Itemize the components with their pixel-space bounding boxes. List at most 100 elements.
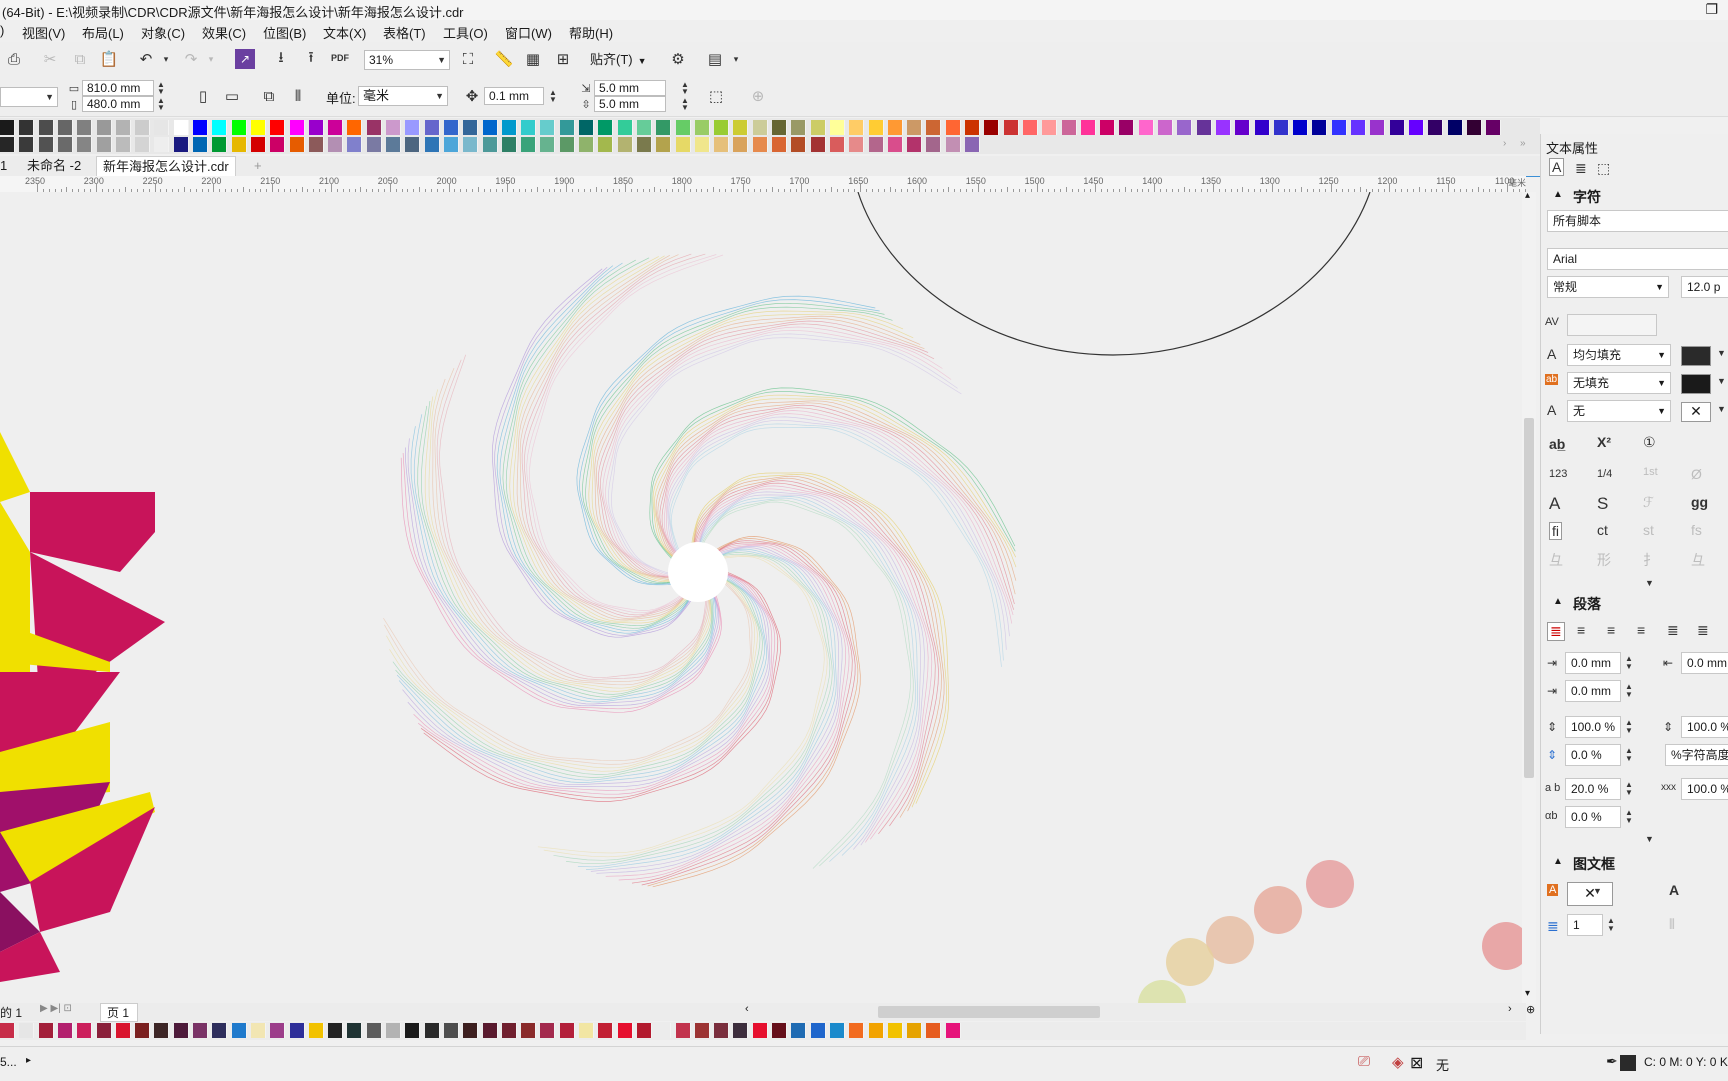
color-swatch[interactable] [579, 1023, 594, 1038]
color-swatch[interactable] [250, 1023, 266, 1038]
color-swatch[interactable] [1158, 120, 1173, 135]
left-indent-input[interactable]: 0.0 mm [1565, 652, 1621, 674]
cjk-form-2-icon[interactable]: 形 [1597, 550, 1611, 570]
color-swatch[interactable] [636, 137, 652, 152]
color-swatch[interactable] [270, 120, 286, 135]
undo-icon[interactable]: ↶ [136, 49, 156, 69]
color-swatch[interactable] [366, 1023, 382, 1038]
color-swatch[interactable] [231, 137, 247, 152]
menu-item-bitmap[interactable]: 位图(B) [263, 23, 306, 42]
cjk-form-1-icon[interactable]: 彑 [1549, 550, 1563, 570]
color-swatch[interactable] [289, 137, 305, 152]
color-swatch[interactable] [386, 137, 401, 152]
color-swatch[interactable] [772, 1023, 787, 1038]
color-swatch[interactable] [926, 1023, 942, 1038]
stylistic-set-icon[interactable]: ℱ [1643, 494, 1654, 511]
color-swatch[interactable] [1408, 120, 1424, 135]
superscript-icon[interactable]: X² [1597, 434, 1611, 450]
color-swatch[interactable] [212, 137, 228, 152]
zoom-dropdown[interactable]: 31% ▼ [364, 50, 450, 70]
color-swatch[interactable] [829, 1023, 845, 1038]
justify-full-icon[interactable]: ≣ [1667, 622, 1679, 639]
para-collapse-icon[interactable]: ▲ [1553, 596, 1563, 607]
color-swatch[interactable] [386, 120, 401, 135]
color-swatch[interactable] [521, 1023, 537, 1038]
spacing-unit-dropdown[interactable]: %字符高度 [1665, 744, 1728, 766]
slashed-zero-icon[interactable]: Ø [1691, 466, 1702, 482]
color-swatch[interactable] [926, 137, 942, 152]
tab-1[interactable]: 1 [0, 156, 12, 175]
color-swatch[interactable] [96, 137, 112, 152]
bg-color-dropdown-icon[interactable]: ▼ [1717, 376, 1726, 386]
show-guidelines-icon[interactable]: ⊞ [553, 49, 573, 69]
line-spacing-spinner[interactable]: ▲ ▼ [1625, 719, 1633, 735]
launcher-dropdown-icon[interactable]: ▾ [726, 49, 746, 69]
color-swatch[interactable] [173, 120, 189, 135]
color-swatch[interactable] [656, 120, 672, 135]
color-swatch[interactable] [945, 137, 961, 152]
horizontal-scroll-thumb[interactable] [878, 1006, 1100, 1018]
font-style-dropdown[interactable]: 常规 ▼ [1547, 276, 1669, 298]
duplicate-x-input[interactable]: 5.0 mm [594, 80, 666, 96]
color-swatch[interactable] [733, 120, 749, 135]
color-swatch[interactable] [810, 1023, 826, 1038]
new-tab-button[interactable]: + [254, 156, 262, 175]
color-swatch[interactable] [38, 1023, 54, 1038]
color-swatch[interactable] [1042, 120, 1058, 135]
background-fill-dropdown[interactable]: 无填充 ▼ [1567, 372, 1671, 394]
color-swatch[interactable] [617, 137, 633, 152]
color-swatch[interactable] [598, 1023, 614, 1038]
menu-item-window[interactable]: 窗口(W) [505, 23, 552, 42]
color-swatch[interactable] [559, 1023, 575, 1038]
all-pages-icon[interactable]: ⧉ [259, 86, 279, 106]
ordinal-icon[interactable]: ① [1643, 434, 1656, 451]
color-swatch[interactable] [1235, 120, 1251, 135]
color-swatch[interactable] [540, 1023, 556, 1038]
frame-collapse-icon[interactable]: ▲ [1553, 856, 1563, 867]
color-swatch[interactable] [193, 1023, 208, 1038]
color-swatch[interactable] [308, 1023, 324, 1038]
color-swatch[interactable] [289, 1023, 305, 1038]
script-dropdown[interactable]: 所有脚本 [1547, 210, 1728, 232]
color-swatch[interactable] [443, 120, 459, 135]
color-swatch[interactable] [636, 1023, 652, 1038]
char-collapse-icon[interactable]: ▲ [1553, 189, 1563, 200]
ligature-ct-icon[interactable]: ct [1597, 522, 1608, 538]
char-more-icon[interactable]: ▼ [1645, 578, 1654, 588]
quick-customize-icon[interactable]: ⊕ [748, 86, 768, 106]
restore-icon[interactable]: ❐ [1705, 1, 1718, 18]
color-swatch[interactable] [1351, 120, 1366, 135]
snap-to-dropdown[interactable]: 贴齐(T) ▼ [590, 50, 647, 70]
color-swatch[interactable] [482, 1023, 498, 1038]
color-swatch[interactable] [887, 120, 903, 135]
menu-item-help[interactable]: 帮助(H) [569, 23, 613, 42]
color-swatch[interactable] [96, 1023, 112, 1038]
color-swatch[interactable] [656, 1023, 672, 1038]
color-swatch[interactable] [366, 137, 382, 152]
3d-text-shape[interactable] [0, 432, 165, 982]
outline-color-none-icon[interactable]: ✕ [1681, 402, 1711, 422]
dup-y-spinner[interactable]: ▲ ▼ [681, 97, 691, 112]
bg-color-swatch[interactable] [1681, 374, 1711, 394]
zoom-to-page-icon[interactable]: ⛶ [458, 49, 478, 69]
color-swatch[interactable] [250, 120, 266, 135]
color-swatch[interactable] [1447, 120, 1463, 135]
document-palette[interactable] [0, 1022, 1526, 1040]
publish-pdf-icon[interactable]: PDF [330, 48, 350, 68]
color-swatch[interactable] [366, 120, 382, 135]
search-content-icon[interactable]: ↗ [235, 49, 255, 69]
color-swatch[interactable] [965, 137, 980, 152]
color-swatch[interactable] [38, 137, 54, 152]
language-spacing-input[interactable]: 0.0 % [1565, 806, 1621, 828]
color-swatch[interactable] [810, 137, 826, 152]
hscroll-right-icon[interactable]: › [1508, 1003, 1512, 1015]
color-swatch[interactable] [1003, 120, 1019, 135]
color-swatch[interactable] [135, 120, 151, 135]
color-swatch[interactable] [887, 1023, 903, 1038]
color-swatch[interactable] [733, 1023, 749, 1038]
para-spacing-input[interactable]: 100.0 % [1681, 716, 1728, 738]
drawing-canvas[interactable] [0, 192, 1526, 1004]
frame-color-dropdown-icon[interactable]: ▼ [1593, 886, 1602, 896]
color-swatch[interactable] [482, 137, 498, 152]
color-swatch[interactable] [907, 120, 923, 135]
